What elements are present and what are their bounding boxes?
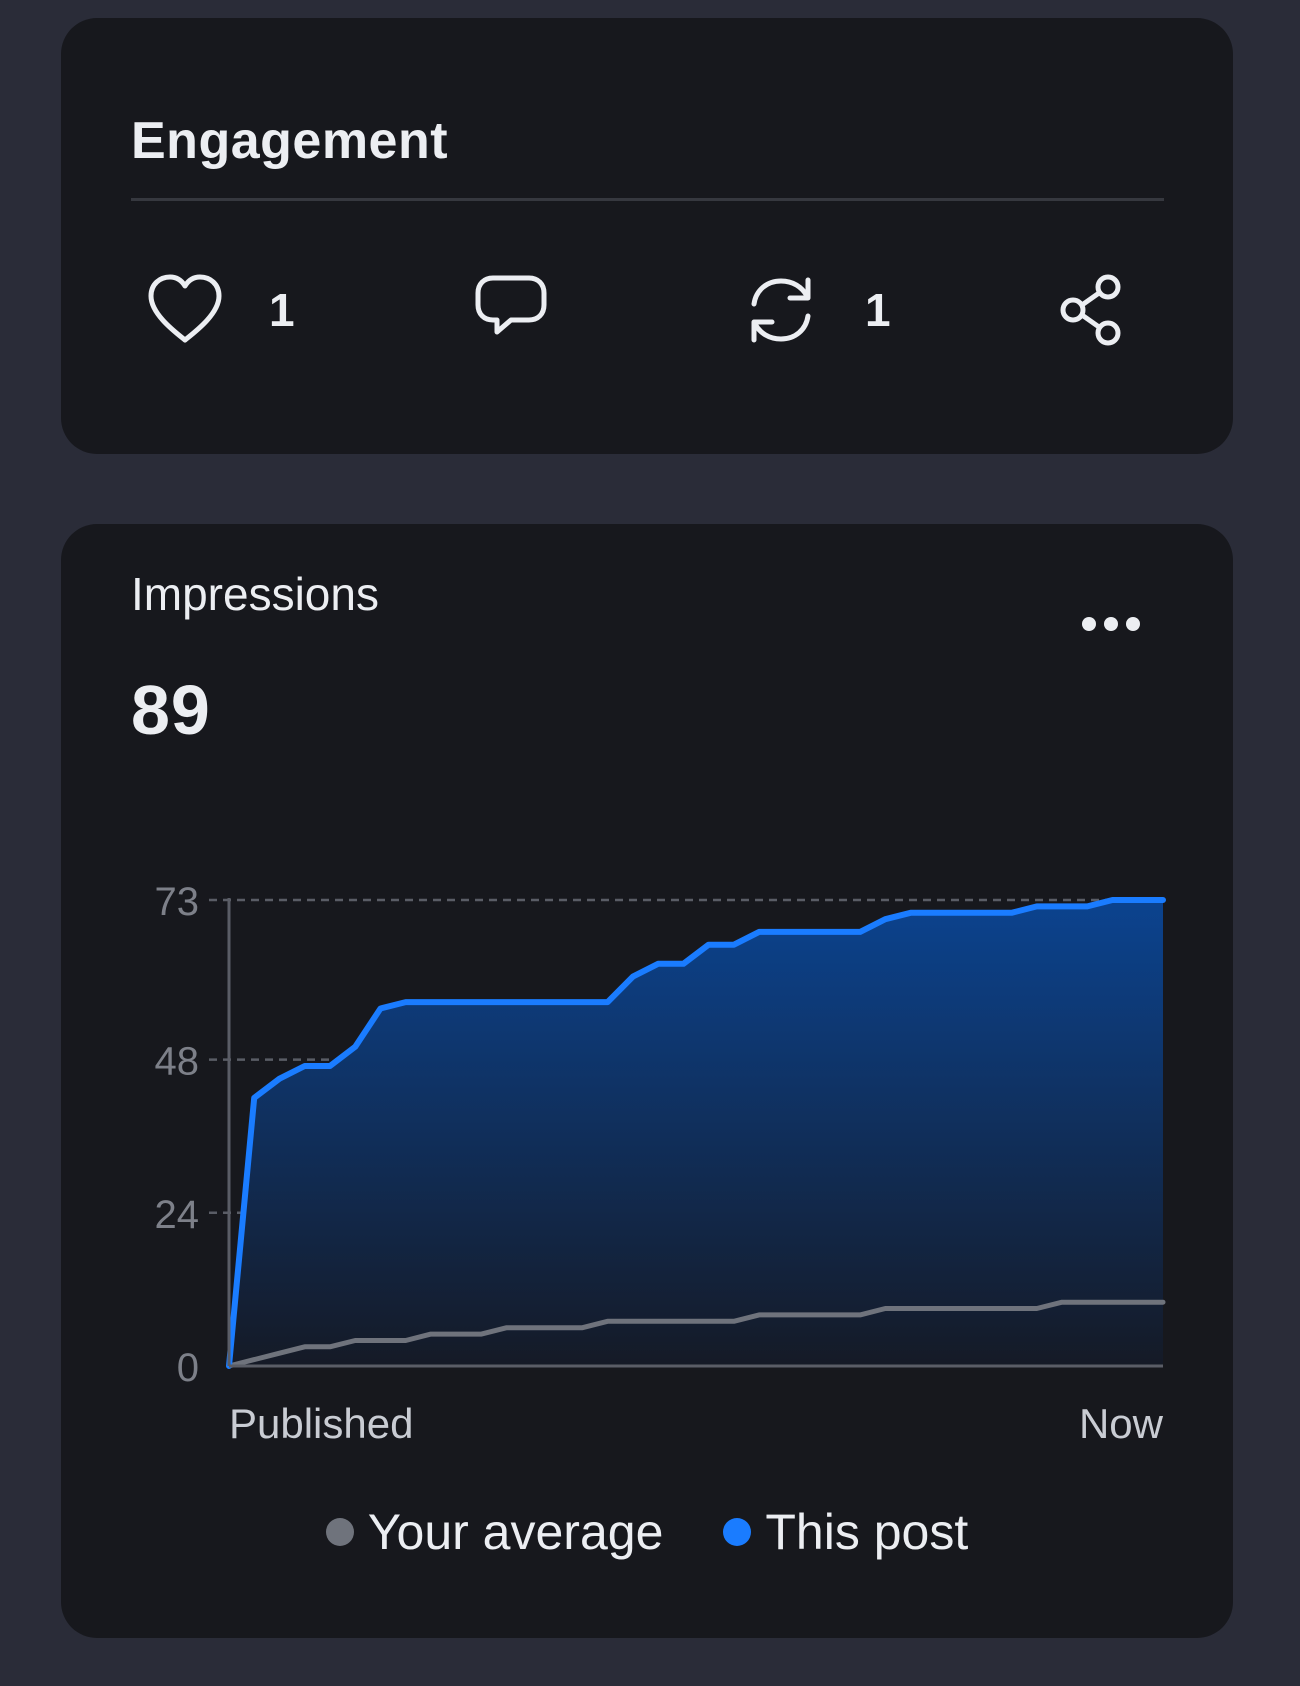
legend-label-your-average: Your average — [367, 1504, 664, 1560]
engagement-title: Engagement — [131, 112, 449, 170]
y-tick-label-0: 0 — [177, 1346, 199, 1390]
repost-button[interactable]: 1 — [741, 270, 891, 350]
share-icon — [1051, 272, 1131, 348]
series-area-this-post — [229, 900, 1163, 1366]
comment-button[interactable] — [471, 270, 595, 350]
repost-count: 1 — [865, 284, 891, 336]
y-tick-label-73: 73 — [155, 880, 200, 924]
y-tick-label-24: 24 — [155, 1193, 200, 1237]
impressions-chart: 0 24 48 73 Published Now — [155, 880, 1166, 1447]
legend-item-this-post[interactable]: This post — [723, 1502, 968, 1562]
legend-label-this-post: This post — [765, 1504, 969, 1560]
x-label-now: Now — [1079, 1400, 1164, 1447]
like-count: 1 — [269, 284, 295, 336]
y-tick-label-48: 48 — [155, 1040, 200, 1084]
like-button[interactable]: 1 — [145, 270, 295, 350]
legend-dot-your-average — [325, 1518, 354, 1546]
engagement-card: Engagement 1 1 — [61, 18, 1233, 454]
chart-legend: Your average This post — [61, 1502, 1233, 1562]
heart-icon — [145, 272, 225, 348]
comment-icon — [471, 272, 551, 348]
share-button[interactable] — [1051, 270, 1131, 350]
legend-dot-this-post — [723, 1518, 752, 1546]
x-label-published: Published — [229, 1400, 413, 1447]
legend-item-your-average[interactable]: Your average — [325, 1502, 664, 1562]
impressions-card: Impressions 89 0 24 48 73 Published Now Your … — [61, 524, 1233, 1638]
divider — [131, 198, 1164, 201]
repost-icon — [741, 272, 821, 348]
